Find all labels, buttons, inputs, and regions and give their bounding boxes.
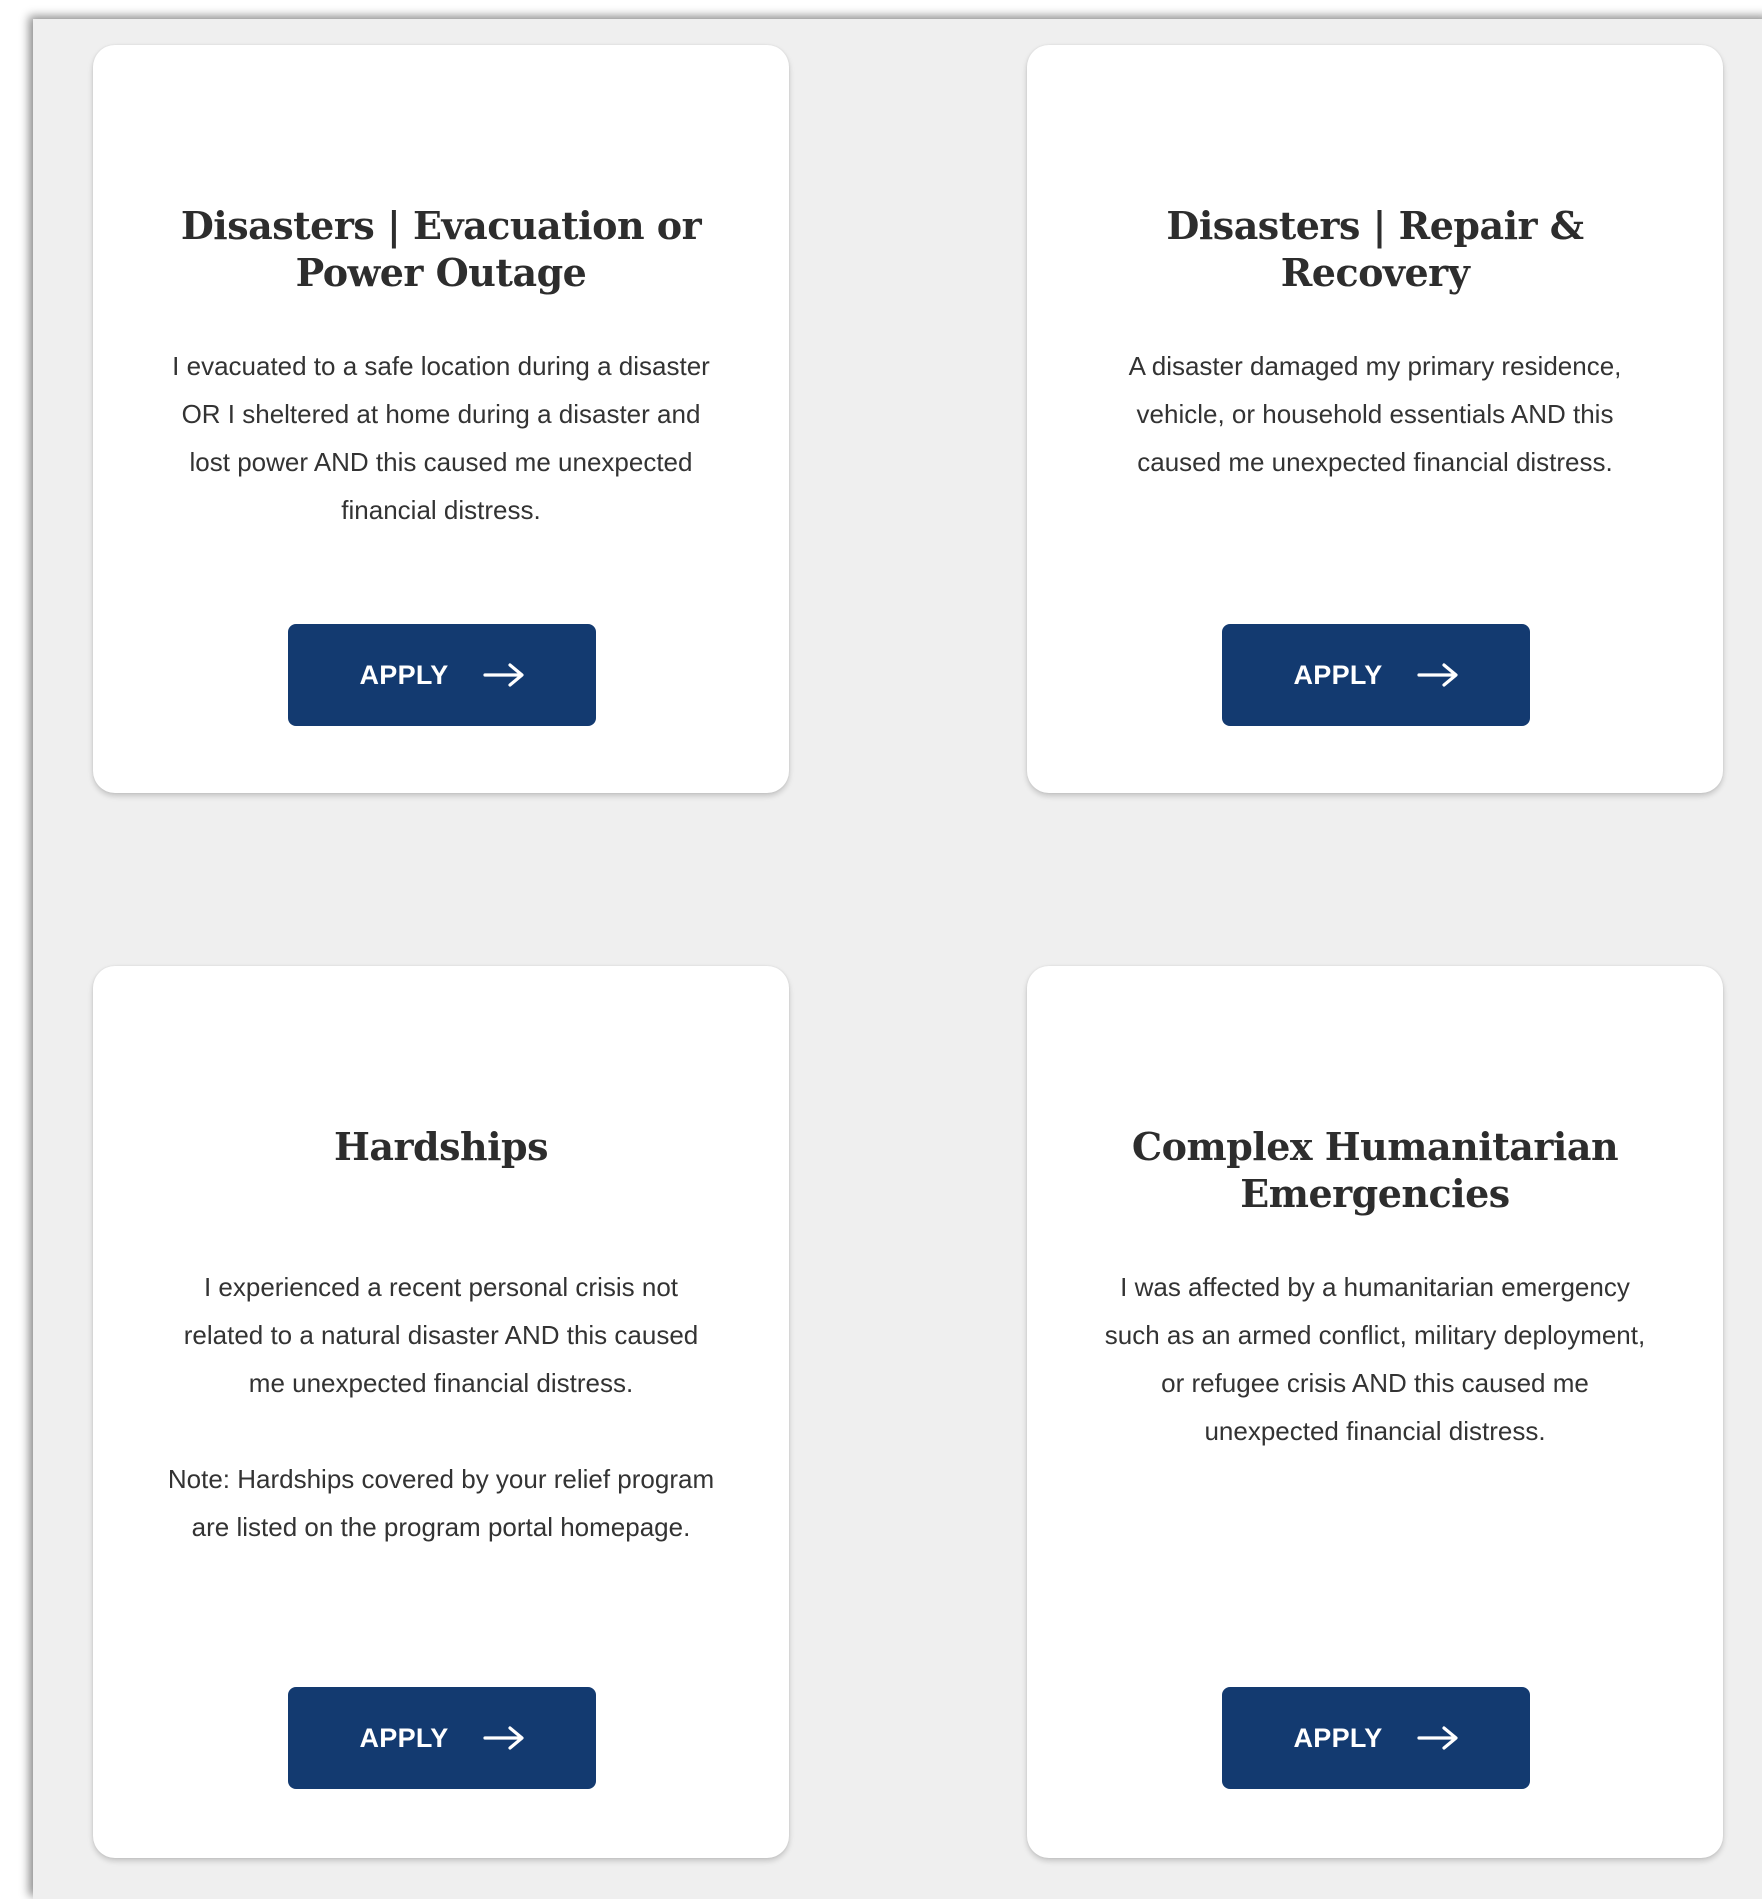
arrow-right-icon xyxy=(482,1725,525,1751)
apply-button[interactable]: APPLY xyxy=(288,1687,596,1789)
card-complex-humanitarian: Complex Humanitarian Emergencies I was a… xyxy=(1027,966,1723,1858)
card-note: Note: Hardships covered by your relief p… xyxy=(167,1464,715,1542)
card-title: Hardships xyxy=(333,1124,549,1169)
card-title: Disasters | Repair & Recovery xyxy=(1166,203,1584,295)
apply-button[interactable]: APPLY xyxy=(1222,1687,1530,1789)
card-title: Complex Humanitarian Emergencies xyxy=(1131,1124,1619,1216)
card-hardships: Hardships I experienced a recent persona… xyxy=(93,966,789,1858)
arrow-right-icon xyxy=(1416,1725,1459,1751)
card-description: A disaster damaged my primary residence,… xyxy=(1128,351,1622,477)
card-description: I evacuated to a safe location during a … xyxy=(172,351,710,525)
arrow-right-icon xyxy=(482,662,525,688)
apply-button-label: APPLY xyxy=(1293,1722,1383,1753)
card-disasters-repair: Disasters | Repair & Recovery A disaster… xyxy=(1027,45,1723,793)
apply-button-label: APPLY xyxy=(1293,659,1383,690)
card-title: Disasters | Evacuation or Power Outage xyxy=(180,203,702,295)
apply-button-label: APPLY xyxy=(359,659,449,690)
apply-button-label: APPLY xyxy=(359,1722,449,1753)
card-disasters-evacuation: Disasters | Evacuation or Power Outage I… xyxy=(93,45,789,793)
arrow-right-icon xyxy=(1416,662,1459,688)
apply-button[interactable]: APPLY xyxy=(288,624,596,726)
card-description: I was affected by a humanitarian emergen… xyxy=(1104,1272,1646,1446)
card-description: I experienced a recent personal crisis n… xyxy=(183,1272,699,1398)
apply-button[interactable]: APPLY xyxy=(1222,624,1530,726)
